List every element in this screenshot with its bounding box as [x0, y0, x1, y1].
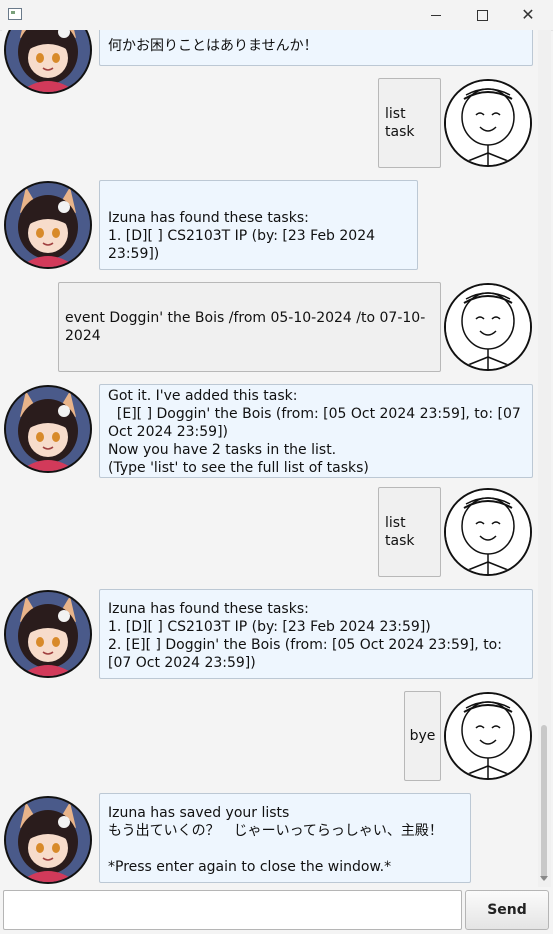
dialog-row-user: bye: [2, 691, 538, 783]
close-button[interactable]: ✕: [505, 0, 551, 30]
scrollbar-thumb[interactable]: [541, 725, 547, 880]
duke-message-bubble: Got it. I've added this task: [E][ ] Dog…: [99, 384, 533, 478]
close-icon: ✕: [521, 5, 535, 24]
duke-message-bubble: 何かお困りことはありませんか！: [99, 30, 533, 66]
input-area: Send: [0, 887, 553, 934]
user-input-field[interactable]: [3, 890, 462, 930]
user-avatar: [444, 283, 532, 371]
user-message-bubble: list task: [378, 78, 441, 168]
user-message-bubble: list task: [378, 487, 441, 577]
maximize-button[interactable]: [459, 0, 505, 30]
duke-avatar: [4, 181, 92, 269]
user-message-bubble: event Doggin' the Bois /from 05-10-2024 …: [58, 282, 441, 372]
dialog-row-duke: Izuna has saved your lists もう出ていくの？ じゃーい…: [2, 793, 538, 887]
duke-message-bubble: Izuna has saved your lists もう出ていくの？ じゃーい…: [99, 793, 471, 883]
title-bar: ✕: [0, 0, 553, 31]
duke-avatar: [4, 590, 92, 678]
minimize-button[interactable]: [413, 0, 459, 30]
duke-message-bubble: Izuna has found these tasks: 1. [D][ ] C…: [99, 180, 418, 270]
duke-avatar: [4, 796, 92, 884]
dialog-row-user: list task: [2, 487, 538, 579]
user-message-bubble: bye: [404, 691, 441, 781]
user-avatar: [444, 692, 532, 780]
duke-avatar: [4, 385, 92, 473]
dialog-row-duke: Got it. I've added this task: [E][ ] Dog…: [2, 384, 538, 478]
minimize-icon: [431, 14, 441, 16]
maximize-icon: [476, 9, 488, 21]
scroll-down-icon[interactable]: [540, 876, 548, 881]
send-button[interactable]: Send: [465, 890, 549, 930]
app-icon: [8, 8, 22, 20]
vertical-scrollbar[interactable]: [538, 30, 551, 887]
dialog-row-user: list task: [2, 78, 538, 170]
dialog-row-duke: Izuna has found these tasks: 1. [D][ ] C…: [2, 589, 538, 681]
duke-message-bubble: Izuna has found these tasks: 1. [D][ ] C…: [99, 589, 533, 679]
dialog-row-duke: Izuna has found these tasks: 1. [D][ ] C…: [2, 180, 538, 272]
user-avatar: [444, 79, 532, 167]
dialog-row-user: event Doggin' the Bois /from 05-10-2024 …: [2, 282, 538, 374]
dialog-container[interactable]: 何かお困りことはありませんか！ list task Izuna has foun…: [2, 30, 538, 887]
user-avatar: [444, 488, 532, 576]
